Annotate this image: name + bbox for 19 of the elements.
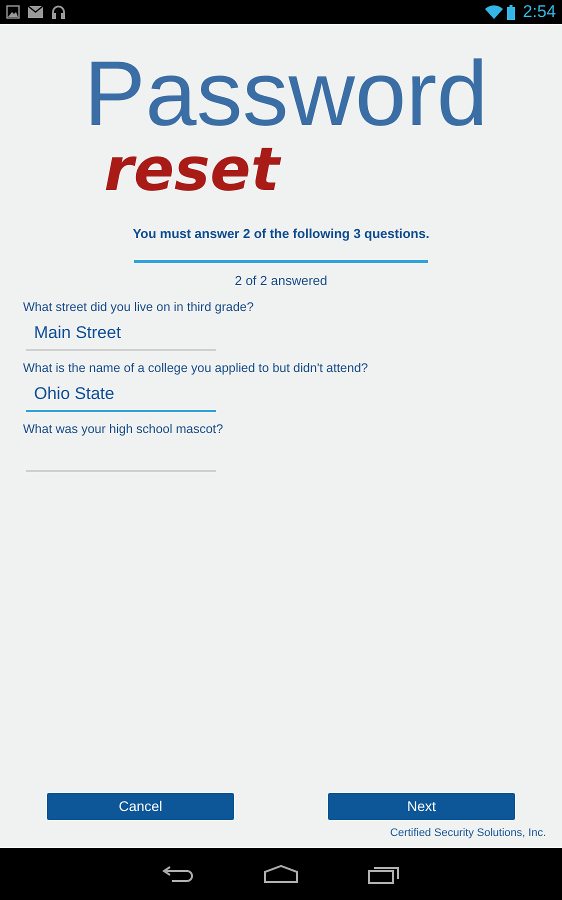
question-label: What is the name of a college you applied to but didn't attend? bbox=[23, 360, 368, 375]
home-icon[interactable] bbox=[264, 865, 298, 883]
question-label: What street did you live on in third grade? bbox=[23, 300, 254, 314]
mail-icon bbox=[28, 6, 43, 18]
recent-apps-icon[interactable] bbox=[368, 864, 400, 884]
battery-icon bbox=[506, 4, 515, 20]
wifi-icon bbox=[484, 5, 503, 19]
headphones-icon bbox=[51, 5, 66, 19]
cancel-button[interactable]: Cancel bbox=[47, 793, 234, 820]
picture-icon bbox=[6, 5, 20, 19]
instruction-text: You must answer 2 of the following 3 questions. bbox=[132, 225, 430, 243]
next-button[interactable]: Next bbox=[328, 793, 515, 820]
question-label: What was your high school mascot? bbox=[23, 422, 224, 436]
progress-caption: 2 of 2 answered bbox=[234, 272, 328, 290]
back-icon[interactable] bbox=[162, 865, 194, 883]
clock-time: 2:54 bbox=[522, 1, 556, 24]
answer-field[interactable]: Main Street bbox=[26, 316, 216, 351]
answer-field[interactable]: Ohio State bbox=[26, 378, 216, 412]
company-name: Certified Security Solutions, Inc. bbox=[390, 827, 546, 839]
